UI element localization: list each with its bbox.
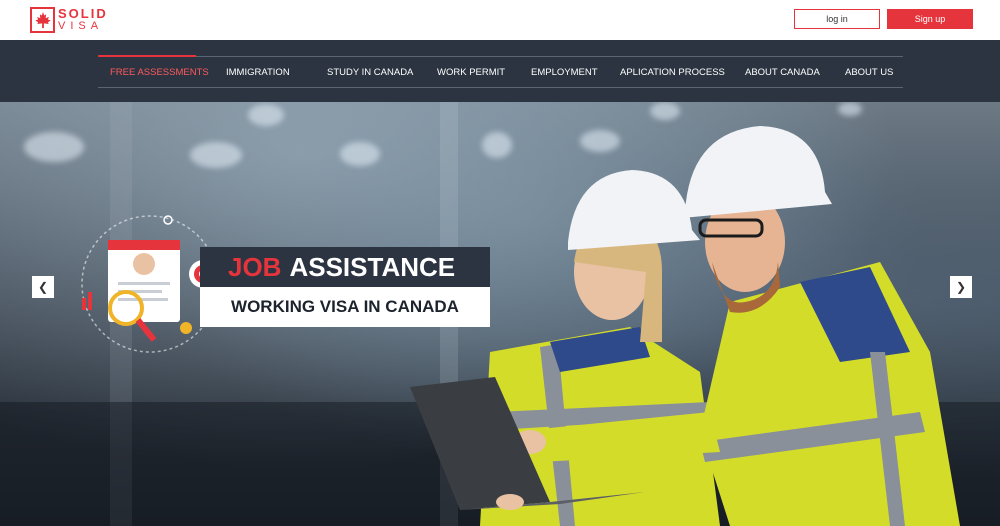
nav-item-immigration[interactable]: IMMIGRATION [226,57,290,87]
nav-item-free-assessments[interactable]: FREE ASSESSMENTS [110,57,209,87]
nav-item-about-canada[interactable]: ABOUT CANADA [745,57,820,87]
slider-prev-button[interactable]: ❮ [32,276,54,298]
site-header: SOLID VISA log in Sign up [0,0,1000,40]
nav-item-work-permit[interactable]: WORK PERMIT [437,57,505,87]
chevron-right-icon: ❯ [955,280,967,294]
nav-item-study-in-canada[interactable]: STUDY IN CANADA [327,57,413,87]
signup-button[interactable]: Sign up [887,9,973,29]
maple-leaf-icon [30,7,55,33]
hero-slider: JOB ASSISTANCE WORKING VISA IN CANADA ❮ … [0,102,1000,526]
logo[interactable]: SOLID VISA [30,6,108,34]
nav-item-about-us[interactable]: ABOUT US [845,57,893,87]
background-light [340,142,380,166]
hero-headline-badge: JOB ASSISTANCE [200,247,490,287]
background-light [248,104,284,126]
nav-item-application-process[interactable]: APLICATION PROCESS [620,57,725,87]
background-light [190,142,242,168]
nav-divider-bottom [98,87,903,88]
logo-text-visa: VISA [58,20,104,32]
hero-headline-red: JOB [228,251,282,282]
hero-subheadline-badge: WORKING VISA IN CANADA [200,287,490,327]
slider-next-button[interactable]: ❯ [950,276,972,298]
hero-subheadline: WORKING VISA IN CANADA [231,297,459,316]
chevron-left-icon: ❮ [37,280,49,294]
nav-item-employment[interactable]: EMPLOYMENT [531,57,598,87]
background-light [24,132,84,162]
workers-image [410,126,960,526]
logo-text-solid: SOLID [58,6,108,21]
login-button[interactable]: log in [794,9,880,29]
hero-headline-white: ASSISTANCE [289,251,456,282]
main-nav: FREE ASSESSMENTS IMMIGRATION STUDY IN CA… [0,40,1000,102]
